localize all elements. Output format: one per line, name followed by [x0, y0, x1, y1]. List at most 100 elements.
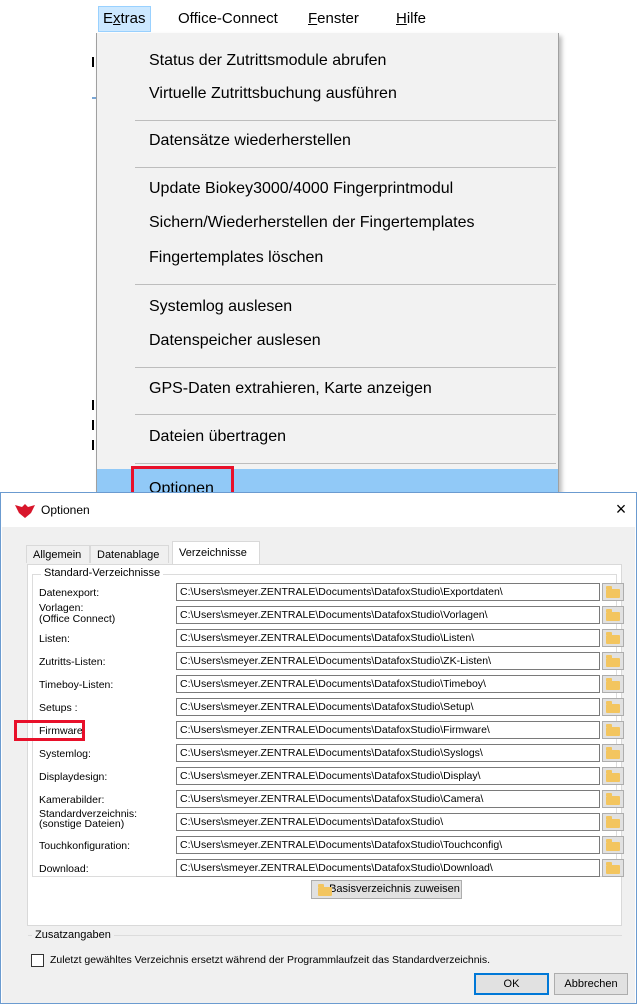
browse-button-kamerabilder[interactable] — [602, 790, 624, 808]
folder-icon — [606, 701, 620, 713]
menu-separator — [135, 284, 556, 285]
browse-button-touchkonfiguration[interactable] — [602, 836, 624, 854]
folder-icon — [606, 793, 620, 805]
menu-item-label: Dateien übertragen — [149, 428, 286, 445]
browse-button-timeboy-listen[interactable] — [602, 675, 624, 693]
folder-icon — [606, 770, 620, 782]
label-zutritts-listen: Zutritts-Listen: — [39, 656, 106, 668]
cancel-button[interactable]: Abbrechen — [554, 973, 628, 995]
menu-fenster[interactable]: Fenster — [304, 8, 363, 30]
menu-item-label: Datenspeicher auslesen — [149, 332, 321, 349]
menu-item-virtuelle-zutrittsbuchung[interactable]: Virtuelle Zutrittsbuchung ausführen — [97, 78, 558, 110]
path-field-datenexport[interactable]: C:\Users\smeyer.ZENTRALE\Documents\Dataf… — [176, 583, 600, 601]
menu-item-label: Sichern/Wiederherstellen der Fingertempl… — [149, 214, 475, 231]
tab-allgemein[interactable]: Allgemein — [26, 545, 90, 563]
menu-item-sichern-fingertemplates[interactable]: Sichern/Wiederherstellen der Fingertempl… — [97, 207, 558, 239]
path-field-setups[interactable]: C:\Users\smeyer.ZENTRALE\Documents\Dataf… — [176, 698, 600, 716]
path-field-standardverzeichnis[interactable]: C:\Users\smeyer.ZENTRALE\Documents\Dataf… — [176, 813, 600, 831]
browse-button-vorlagen[interactable] — [602, 606, 624, 624]
menu-bar: Extras Office-Connect Fenster Hilfe — [96, 0, 576, 34]
browse-button-zutritts-listen[interactable] — [602, 652, 624, 670]
folder-icon — [606, 586, 620, 598]
folder-icon — [606, 678, 620, 690]
label-displaydesign: Displaydesign: — [39, 771, 108, 783]
browse-button-displaydesign[interactable] — [602, 767, 624, 785]
menu-item-label: Update Biokey3000/4000 Fingerprintmodul — [149, 180, 454, 197]
extras-dropdown-menu: Status der Zutrittsmodule abrufen Virtue… — [96, 33, 559, 504]
menu-item-label: Systemlog auslesen — [149, 298, 293, 315]
menu-office-connect[interactable]: Office-Connect — [174, 8, 282, 30]
dialog-client-area: Allgemein Datenablage Verzeichnisse Stan… — [2, 527, 635, 1003]
folder-icon — [318, 884, 332, 896]
label-kamerabilder: Kamerabilder: — [39, 794, 105, 806]
path-field-displaydesign[interactable]: C:\Users\smeyer.ZENTRALE\Documents\Dataf… — [176, 767, 600, 785]
folder-icon — [606, 747, 620, 759]
menu-item-update-biokey[interactable]: Update Biokey3000/4000 Fingerprintmodul — [97, 173, 558, 205]
folder-icon — [606, 862, 620, 874]
menu-item-systemlog-auslesen[interactable]: Systemlog auslesen — [97, 291, 558, 323]
menu-separator — [135, 414, 556, 415]
ok-button[interactable]: OK — [474, 973, 549, 995]
browse-button-firmware[interactable] — [602, 721, 624, 739]
close-icon[interactable]: × — [610, 498, 632, 520]
group-title: Zusatzangaben — [32, 929, 114, 941]
tab-datenablage[interactable]: Datenablage — [90, 545, 169, 563]
menu-hilfe[interactable]: Hilfe — [392, 8, 430, 30]
menu-item-label: Status der Zutrittsmodule abrufen — [149, 52, 387, 69]
path-field-zutritts-listen[interactable]: C:\Users\smeyer.ZENTRALE\Documents\Dataf… — [176, 652, 600, 670]
folder-icon — [606, 816, 620, 828]
menu-separator — [135, 463, 556, 464]
menu-item-datenspeicher-auslesen[interactable]: Datenspeicher auslesen — [97, 325, 558, 357]
folder-icon — [606, 839, 620, 851]
label-systemlog: Systemlog: — [39, 748, 91, 760]
group-title: Standard-Verzeichnisse — [41, 567, 164, 579]
menu-item-label: GPS-Daten extrahieren, Karte anzeigen — [149, 380, 432, 397]
path-field-kamerabilder[interactable]: C:\Users\smeyer.ZENTRALE\Documents\Dataf… — [176, 790, 600, 808]
label-touchkonfiguration: Touchkonfiguration: — [39, 840, 131, 852]
browse-button-setups[interactable] — [602, 698, 624, 716]
annotation-highlight-kamerabilder — [14, 720, 85, 741]
path-field-firmware[interactable]: C:\Users\smeyer.ZENTRALE\Documents\Dataf… — [176, 721, 600, 739]
tab-verzeichnisse[interactable]: Verzeichnisse — [172, 541, 260, 564]
menu-item-fingertemplates-loeschen[interactable]: Fingertemplates löschen — [97, 242, 558, 274]
path-field-vorlagen[interactable]: C:\Users\smeyer.ZENTRALE\Documents\Dataf… — [176, 606, 600, 624]
menu-item-label: Virtuelle Zutrittsbuchung ausführen — [149, 85, 397, 102]
background-window-fragment — [92, 420, 94, 430]
browse-button-datenexport[interactable] — [602, 583, 624, 601]
dialog-titlebar: Optionen × — [1, 493, 636, 527]
menu-separator — [135, 367, 556, 368]
menu-item-label: Datensätze wiederherstellen — [149, 132, 351, 149]
basisverzeichnis-zuweisen-button[interactable]: Basisverzeichnis zuweisen — [311, 880, 462, 899]
label-setups: Setups : — [39, 702, 78, 714]
folder-icon — [606, 632, 620, 644]
menu-separator — [135, 120, 556, 121]
browse-button-standardverzeichnis[interactable] — [602, 813, 624, 831]
menu-item-gps-daten[interactable]: GPS-Daten extrahieren, Karte anzeigen — [97, 373, 558, 405]
path-field-download[interactable]: C:\Users\smeyer.ZENTRALE\Documents\Dataf… — [176, 859, 600, 877]
path-field-listen[interactable]: C:\Users\smeyer.ZENTRALE\Documents\Dataf… — [176, 629, 600, 647]
checkbox-letzte-verzeichnis[interactable] — [31, 954, 44, 967]
browse-button-download[interactable] — [602, 859, 624, 877]
folder-icon — [606, 724, 620, 736]
dialog-title: Optionen — [41, 503, 90, 517]
path-field-systemlog[interactable]: C:\Users\smeyer.ZENTRALE\Documents\Dataf… — [176, 744, 600, 762]
menu-separator — [135, 167, 556, 168]
browse-button-listen[interactable] — [602, 629, 624, 647]
label-datenexport: Datenexport: — [39, 587, 100, 599]
menu-extras[interactable]: Extras — [98, 6, 151, 32]
basisverzeichnis-label: Basisverzeichnis zuweisen — [329, 883, 460, 895]
browse-button-systemlog[interactable] — [602, 744, 624, 762]
datafox-logo-icon — [15, 504, 35, 518]
path-field-touchkonfiguration[interactable]: C:\Users\smeyer.ZENTRALE\Documents\Dataf… — [176, 836, 600, 854]
menu-fenster-accel: F — [308, 10, 318, 27]
menu-extras-accel: x — [113, 10, 121, 27]
menu-item-datensaetze-wiederherstellen[interactable]: Datensätze wiederherstellen — [97, 125, 558, 157]
menu-hilfe-accel: H — [396, 10, 407, 27]
folder-icon — [606, 609, 620, 621]
background-window-fragment — [92, 57, 94, 67]
background-window-fragment — [92, 440, 94, 450]
menu-item-status-zutrittsmodule[interactable]: Status der Zutrittsmodule abrufen — [97, 45, 558, 77]
folder-icon — [606, 655, 620, 667]
menu-item-dateien-uebertragen[interactable]: Dateien übertragen — [97, 421, 558, 453]
path-field-timeboy-listen[interactable]: C:\Users\smeyer.ZENTRALE\Documents\Dataf… — [176, 675, 600, 693]
